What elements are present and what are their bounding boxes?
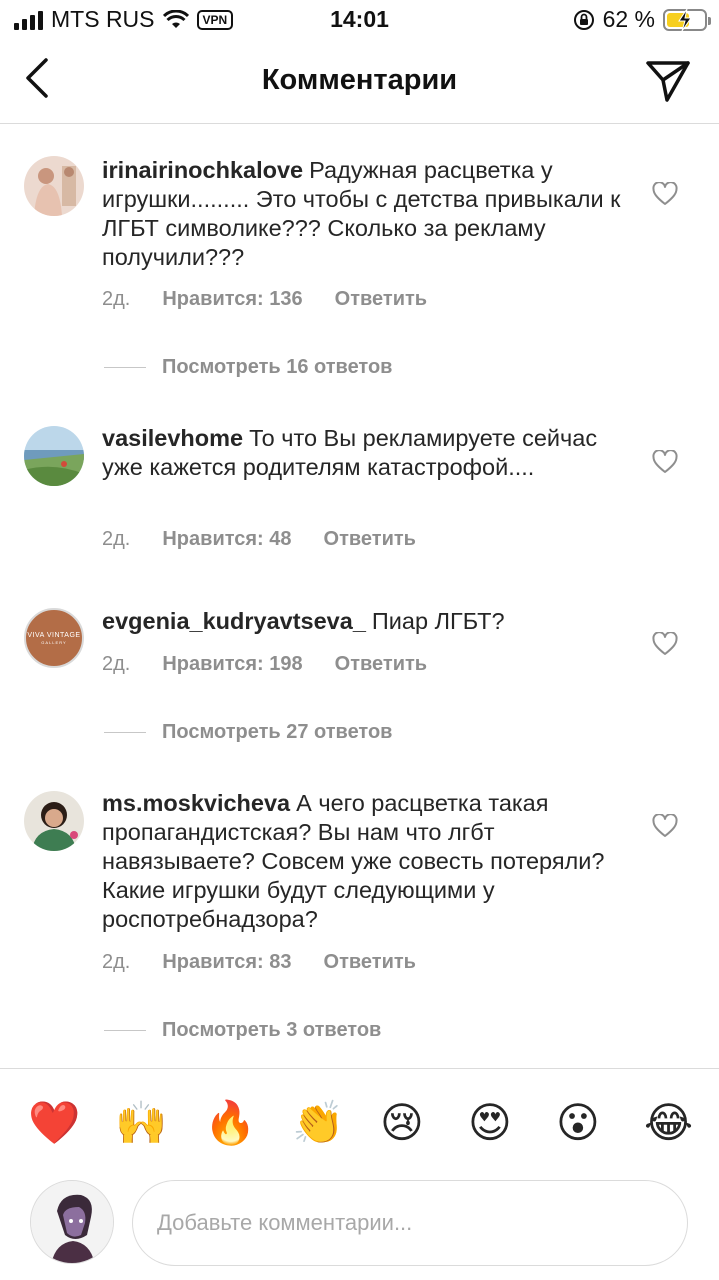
battery-cap — [708, 16, 711, 25]
divider-line — [104, 367, 146, 368]
comment-meta: 2д. Нравится: 48 Ответить — [102, 528, 416, 551]
quick-reaction-bar: ❤️ 🙌 🔥 👏 😢 😍 😮 😂 — [0, 1068, 719, 1172]
comment-likes[interactable]: Нравится: 136 — [162, 288, 302, 311]
reply-button[interactable]: Ответить — [324, 528, 416, 551]
emoji-raised-hands[interactable]: 🙌 — [115, 1099, 167, 1147]
comment-input[interactable] — [132, 1180, 688, 1266]
emoji-clapping-hands[interactable]: 👏 — [292, 1099, 344, 1147]
comment-time: 2д. — [102, 653, 131, 675]
emoji-fire[interactable]: 🔥 — [204, 1099, 256, 1147]
comment-time: 2д. — [102, 528, 131, 550]
comment-likes[interactable]: Нравится: 48 — [162, 528, 291, 551]
share-button[interactable] — [645, 58, 691, 104]
reply-button[interactable]: Ответить — [335, 653, 427, 676]
comment-time: 2д. — [102, 951, 131, 973]
heart-icon — [652, 631, 678, 655]
emoji-red-heart[interactable]: ❤️ — [28, 1099, 80, 1147]
comment-body: evgenia_kudryavtseva_ Пиар ЛГБТ? — [102, 607, 632, 636]
view-replies-button[interactable]: Посмотреть 16 ответов — [104, 356, 392, 379]
comment-meta: 2д. Нравится: 198 Ответить — [102, 653, 427, 676]
comment-time: 2д. — [102, 288, 131, 310]
reply-button[interactable]: Ответить — [335, 288, 427, 311]
status-right: 62 % — [573, 6, 711, 33]
like-button[interactable] — [652, 449, 678, 474]
view-replies-button[interactable]: Посмотреть 3 ответов — [104, 1019, 381, 1042]
comment-composer — [0, 1172, 719, 1280]
page-title: Комментарии — [261, 64, 458, 96]
heart-icon — [652, 813, 678, 837]
emoji-heart-eyes[interactable]: 😍 — [468, 1099, 512, 1147]
comment-body: irinairinochkalove Радужная расцветка у и… — [102, 156, 632, 272]
header: Комментарии — [0, 40, 719, 124]
like-button[interactable] — [652, 813, 678, 838]
battery-percent: 62 % — [602, 6, 655, 32]
divider-line — [104, 732, 146, 733]
view-replies-label: Посмотреть 16 ответов — [162, 356, 393, 378]
heart-icon — [652, 181, 678, 205]
comment-text: Пиар ЛГБТ? — [371, 608, 505, 634]
emoji-crying-face[interactable]: 😢 — [380, 1099, 424, 1147]
avatar-logo-text: VIVA VINTAGE — [27, 631, 81, 639]
comment-body: vasilevhome То что Вы рекламируете сейчас… — [102, 424, 632, 482]
like-button[interactable] — [652, 631, 678, 656]
avatar-logo-subtext: GALLERY — [41, 639, 67, 645]
emoji-surprised-face[interactable]: 😮 — [556, 1099, 600, 1147]
divider-line — [104, 1030, 146, 1031]
comment-username[interactable]: ms.moskvicheva — [102, 790, 290, 816]
view-replies-label: Посмотреть 3 ответов — [162, 1019, 382, 1041]
battery-icon — [663, 8, 711, 31]
status-bar: MTS RUS VPN 14:01 62 % — [0, 0, 719, 40]
avatar[interactable] — [24, 426, 84, 486]
charging-bolt-icon — [678, 8, 692, 31]
avatar[interactable]: VIVA VINTAGE GALLERY — [24, 608, 84, 668]
comment-body: ms.moskvicheva А чего расцветка такая про… — [102, 789, 632, 934]
comment-meta: 2д. Нравится: 136 Ответить — [102, 288, 427, 311]
comment-likes[interactable]: Нравится: 83 — [162, 951, 291, 974]
avatar[interactable] — [24, 156, 84, 216]
reply-button[interactable]: Ответить — [324, 951, 416, 974]
comment-username[interactable]: evgenia_kudryavtseva_ — [102, 608, 366, 634]
view-replies-label: Посмотреть 27 ответов — [162, 721, 393, 743]
avatar[interactable] — [24, 791, 84, 851]
comment-username[interactable]: vasilevhome — [102, 425, 243, 451]
view-replies-button[interactable]: Посмотреть 27 ответов — [104, 721, 392, 744]
comment-username[interactable]: irinairinochkalove — [102, 157, 303, 183]
like-button[interactable] — [652, 181, 678, 206]
paper-plane-icon — [646, 61, 690, 102]
comment-likes[interactable]: Нравится: 198 — [162, 653, 302, 676]
orientation-lock-icon — [573, 9, 594, 30]
comment-meta: 2д. Нравится: 83 Ответить — [102, 951, 416, 974]
emoji-tears-of-joy[interactable]: 😂 — [644, 1099, 693, 1147]
current-user-avatar — [30, 1180, 114, 1264]
heart-icon — [652, 449, 678, 473]
